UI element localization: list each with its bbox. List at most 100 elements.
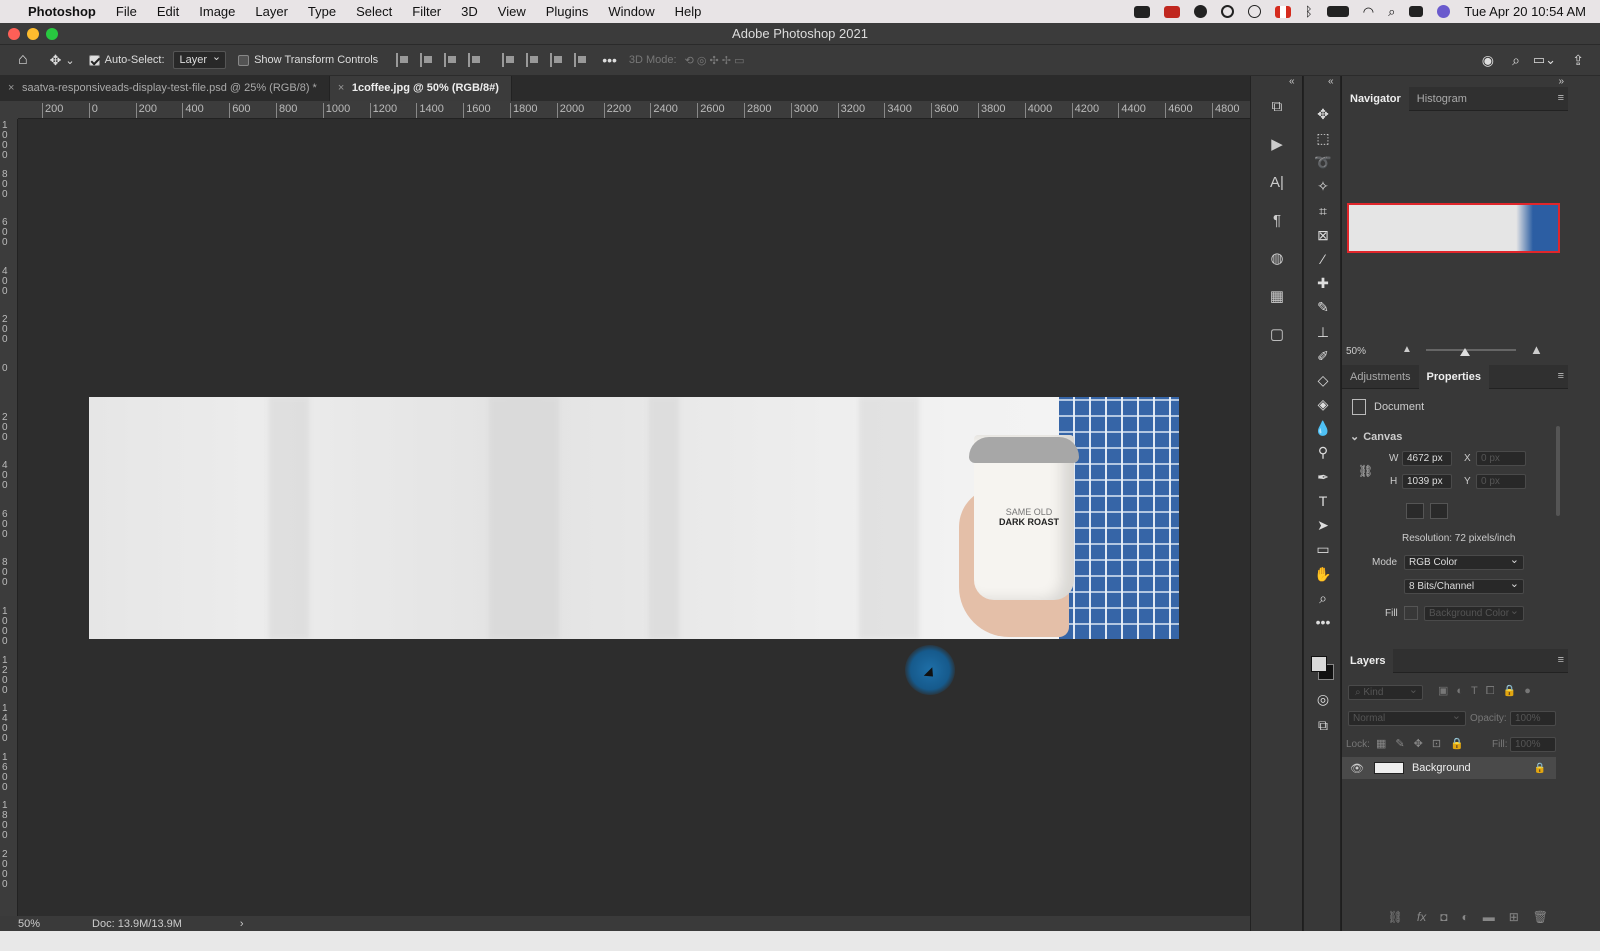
- panel-menu-icon[interactable]: ≡: [1558, 370, 1564, 382]
- type-tool-icon[interactable]: T: [1314, 492, 1332, 510]
- align-top-icon[interactable]: [502, 53, 516, 67]
- adjustment-layer-icon[interactable]: ◐: [1461, 910, 1468, 924]
- stamp-tool-icon[interactable]: ⊥: [1314, 323, 1332, 341]
- eraser-tool-icon[interactable]: ◇: [1314, 371, 1332, 389]
- workspace-icon[interactable]: ▭⌄: [1533, 52, 1556, 68]
- tab-layers[interactable]: Layers: [1342, 648, 1394, 673]
- crop-tool-icon[interactable]: ⌗: [1314, 202, 1332, 220]
- align-bottom-icon[interactable]: [550, 53, 564, 67]
- history-icon[interactable]: ⧉: [1268, 98, 1286, 116]
- menu-window[interactable]: Window: [598, 4, 664, 19]
- blur-tool-icon[interactable]: 💧: [1314, 419, 1332, 437]
- collapse-icon[interactable]: «: [1289, 76, 1295, 87]
- panel-menu-icon[interactable]: ≡: [1558, 654, 1564, 666]
- menu-3d[interactable]: 3D: [451, 4, 488, 19]
- menu-image[interactable]: Image: [189, 4, 245, 19]
- maximize-window-button[interactable]: [46, 28, 58, 40]
- wifi-icon[interactable]: ◠: [1363, 4, 1374, 20]
- align-right-icon[interactable]: [444, 53, 458, 67]
- distribute-h-icon[interactable]: [468, 53, 482, 67]
- healing-brush-icon[interactable]: ✚: [1314, 274, 1332, 292]
- quick-mask-icon[interactable]: ◎: [1314, 690, 1332, 708]
- screen-mode-icon[interactable]: ⧉: [1314, 716, 1332, 734]
- panel-menu-icon[interactable]: ≡: [1558, 92, 1564, 104]
- rectangle-tool-icon[interactable]: ▭: [1314, 540, 1332, 558]
- history-brush-icon[interactable]: ✐: [1314, 347, 1332, 365]
- frame-tool-icon[interactable]: ⊠: [1314, 226, 1332, 244]
- delete-layer-icon[interactable]: 🗑: [1533, 910, 1548, 924]
- tool-preset-chevron-icon[interactable]: ⌄: [65, 54, 74, 67]
- layer-filter-icons[interactable]: ▣◐T⧠🔒●: [1438, 684, 1539, 698]
- new-layer-icon[interactable]: ⊞: [1509, 910, 1519, 924]
- play-icon[interactable]: [1247, 5, 1261, 18]
- canvas-section[interactable]: ⌄ Canvas: [1350, 430, 1402, 444]
- fill-dropdown[interactable]: Background Color: [1424, 605, 1524, 621]
- paint-bucket-icon[interactable]: ◈: [1314, 395, 1332, 413]
- coffee-banner-image[interactable]: SAME OLD DARK ROAST: [89, 397, 1179, 639]
- menu-plugins[interactable]: Plugins: [536, 4, 599, 19]
- height-field[interactable]: 1039 px: [1402, 474, 1452, 489]
- chat-icon[interactable]: [1193, 5, 1207, 18]
- battery-icon[interactable]: [1326, 6, 1349, 17]
- home-icon[interactable]: ⌂: [18, 51, 28, 69]
- align-left-icon[interactable]: [396, 53, 410, 67]
- collapse-dock-icon[interactable]: »: [1558, 76, 1564, 87]
- paragraph-icon[interactable]: ¶: [1268, 212, 1286, 230]
- status-menu-arrow-icon[interactable]: ›: [240, 918, 244, 930]
- landscape-icon[interactable]: [1430, 503, 1448, 519]
- close-window-button[interactable]: [8, 28, 20, 40]
- move-tool-icon[interactable]: ✥: [1314, 105, 1332, 123]
- navigator-thumbnail[interactable]: [1347, 203, 1560, 253]
- blend-mode-dropdown[interactable]: Normal: [1348, 710, 1466, 726]
- mode-dropdown[interactable]: RGB Color: [1404, 554, 1524, 570]
- search-ps-icon[interactable]: ⌕: [1512, 52, 1520, 69]
- brushes-icon[interactable]: ◍: [1268, 250, 1286, 268]
- lasso-tool-icon[interactable]: ➰: [1314, 153, 1332, 171]
- learn-icon[interactable]: ◉: [1482, 52, 1494, 69]
- link-layers-icon[interactable]: ⛓: [1388, 910, 1403, 924]
- layer-fill-field[interactable]: 100%: [1510, 737, 1556, 752]
- hand-tool-icon[interactable]: ✋: [1314, 565, 1332, 583]
- add-mask-icon[interactable]: ◘: [1440, 910, 1447, 924]
- horizontal-ruler[interactable]: 200 0 200 400 600 800 1000 1200 1400 1600 1800 2000…: [18, 101, 1250, 119]
- camera-icon[interactable]: [1133, 5, 1150, 18]
- align-middle-v-icon[interactable]: [526, 53, 540, 67]
- zoom-tool-icon[interactable]: ⌕: [1314, 589, 1332, 607]
- properties-scrollbar[interactable]: [1556, 426, 1560, 516]
- zoom-level[interactable]: 50%: [18, 918, 40, 930]
- link-icon[interactable]: ⛓: [1358, 464, 1373, 478]
- show-transform-checkbox[interactable]: [238, 54, 250, 66]
- flag-icon[interactable]: [1274, 5, 1291, 18]
- zoom-slider-thumb[interactable]: [1460, 348, 1470, 356]
- tab-properties[interactable]: Properties: [1418, 364, 1489, 389]
- gradients-icon[interactable]: ▢: [1268, 326, 1286, 344]
- distribute-v-icon[interactable]: [574, 53, 588, 67]
- swatches-grid-icon[interactable]: ▦: [1268, 288, 1286, 306]
- menu-help[interactable]: Help: [665, 4, 712, 19]
- tab-navigator[interactable]: Navigator: [1342, 86, 1409, 111]
- vertical-ruler[interactable]: 1000 800 600 400 200 0 200 400 600 800 1000 1200 140…: [0, 119, 18, 916]
- character-icon[interactable]: A|: [1268, 174, 1286, 192]
- fill-swatch[interactable]: [1404, 606, 1418, 620]
- collapse-toolbar-icon[interactable]: «: [1328, 76, 1334, 87]
- dodge-tool-icon[interactable]: ⚲: [1314, 443, 1332, 461]
- width-field[interactable]: 4672 px: [1402, 451, 1452, 466]
- foreground-color-swatch[interactable]: [1311, 656, 1327, 672]
- tab-histogram[interactable]: Histogram: [1409, 87, 1475, 111]
- move-tool-icon[interactable]: ✥: [50, 52, 62, 69]
- share-icon[interactable]: ⇪: [1572, 52, 1584, 69]
- control-center-icon[interactable]: [1409, 6, 1424, 17]
- siri-icon[interactable]: [1437, 5, 1451, 18]
- tab-1coffee[interactable]: × 1coffee.jpg @ 50% (RGB/8#): [329, 76, 512, 101]
- eyedropper-tool-icon[interactable]: ⁄: [1314, 250, 1332, 268]
- menu-filter[interactable]: Filter: [402, 4, 451, 19]
- recording-icon[interactable]: [1163, 5, 1180, 18]
- layer-row-background[interactable]: 👁 Background 🔒: [1342, 757, 1556, 779]
- tab-saatva-psd[interactable]: × saatva-responsiveads-display-test-file…: [0, 76, 330, 101]
- close-tab-icon[interactable]: ×: [338, 76, 344, 101]
- menu-type[interactable]: Type: [298, 4, 346, 19]
- close-tab-icon[interactable]: ×: [8, 76, 14, 101]
- fx-icon[interactable]: fx: [1417, 910, 1426, 924]
- new-group-icon[interactable]: ▬: [1483, 910, 1495, 924]
- tab-adjustments[interactable]: Adjustments: [1342, 365, 1419, 389]
